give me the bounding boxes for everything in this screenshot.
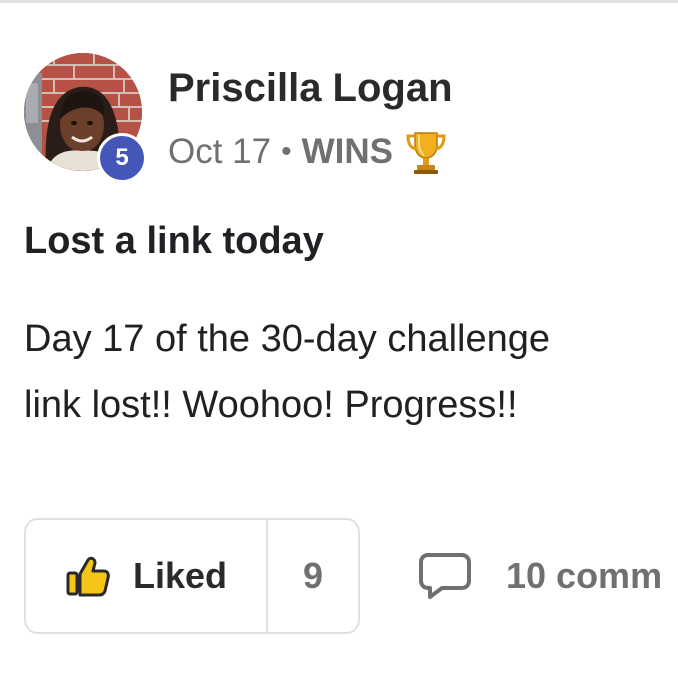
thumbs-up-icon — [66, 556, 110, 597]
category-label[interactable]: WINS — [302, 132, 393, 172]
like-control: Liked 9 — [24, 518, 360, 634]
trophy-icon — [406, 132, 446, 174]
post-body-line: link lost!! Woohoo! Progress!! — [24, 384, 518, 426]
comments-label: 10 comm — [506, 555, 663, 596]
post-body[interactable]: Day 17 of the 30-day challenge link lost… — [24, 306, 678, 436]
meta-separator: • — [281, 135, 292, 168]
post-date[interactable]: Oct 17 — [168, 132, 271, 172]
like-count[interactable]: 9 — [268, 520, 358, 632]
author-name[interactable]: Priscilla Logan — [168, 64, 453, 112]
like-button[interactable]: Liked — [26, 520, 268, 632]
comments-button[interactable]: 10 comm — [418, 518, 662, 634]
post-body-line: Day 17 of the 30-day challenge — [24, 318, 551, 360]
like-label: Liked — [132, 555, 228, 596]
post-title[interactable]: Lost a link today — [24, 216, 324, 266]
level-badge: 5 — [97, 133, 147, 183]
comment-bubble-icon — [419, 553, 471, 599]
post-card: 5 Priscilla Logan Oct 17 • WINS Lost a l… — [0, 0, 678, 678]
post-meta: Oct 17 • WINS — [168, 128, 449, 176]
author-avatar-group[interactable]: 5 — [24, 53, 147, 183]
